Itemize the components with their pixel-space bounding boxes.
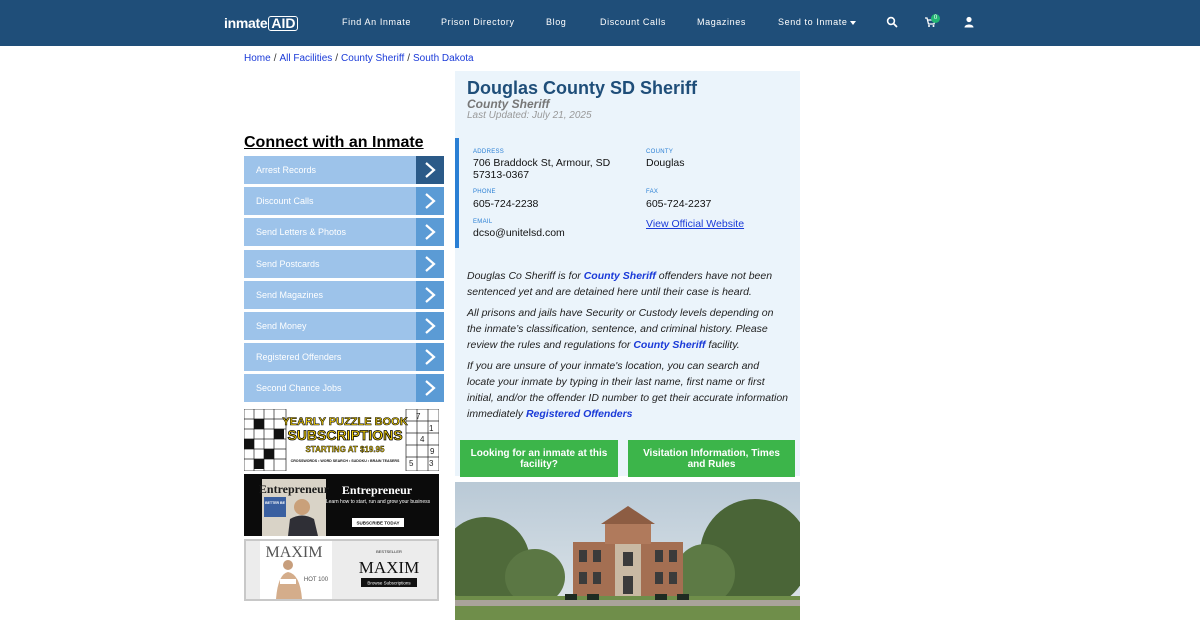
puzzle-digit: 7 xyxy=(416,412,421,421)
address-label: ADDRESS xyxy=(473,149,505,155)
nav-send-to-inmate-label: Send to Inmate xyxy=(778,17,848,27)
address-line1: 706 Braddock St, Armour, SD xyxy=(473,157,611,169)
search-icon[interactable] xyxy=(886,16,898,28)
breadcrumb: Home / All Facilities / County Sheriff / South… xyxy=(244,53,474,64)
sidebar-item-label: Send Letters & Photos xyxy=(256,227,347,238)
logo-text-boxed: AID xyxy=(268,15,299,31)
fax-label: FAX xyxy=(646,189,659,195)
nav-discount-calls[interactable]: Discount Calls xyxy=(600,17,666,27)
email-value[interactable]: dcso@unitelsd.com xyxy=(473,227,565,239)
puzzle-book-ad-banner[interactable]: 7 1 4 9 3 5 YEARLY PUZZLE BOOK SUBSCRIPT… xyxy=(244,409,439,471)
chevron-right-icon xyxy=(416,218,444,247)
sidebar-menu: Arrest Records Discount Calls Send Lette… xyxy=(244,156,444,406)
description-paragraph-3: If you are unsure of your inmate's locat… xyxy=(467,360,789,420)
sidebar-item-label: Discount Calls xyxy=(256,196,314,207)
address-line2: 57313-0367 xyxy=(473,169,530,181)
breadcrumb-south-dakota[interactable]: South Dakota xyxy=(413,53,474,64)
maxim-brand: MAXIM xyxy=(359,558,419,577)
entrepreneur-brand: Entrepreneur xyxy=(342,483,413,497)
chevron-right-icon xyxy=(416,311,444,340)
maxim-ad-banner[interactable]: MAXIM HOT 100 BESTSELLER MAXIM Browse Su… xyxy=(244,539,439,601)
maxim-cover-subtitle: HOT 100 xyxy=(304,577,329,583)
maxim-cta: Browse Subscriptions xyxy=(367,581,411,586)
nav-blog[interactable]: Blog xyxy=(546,17,566,27)
entrepreneur-cta: SUBSCRIBE TODAY xyxy=(356,521,399,526)
chevron-right-icon xyxy=(416,156,444,184)
official-website-link[interactable]: View Official Website xyxy=(646,218,744,230)
county-value: Douglas xyxy=(646,157,685,169)
top-navbar: inmate AID Find An Inmate Prison Directo… xyxy=(0,0,1200,46)
sidebar-item-arrest-records[interactable]: Arrest Records xyxy=(244,156,444,184)
breadcrumb-all-facilities[interactable]: All Facilities xyxy=(279,53,332,64)
sidebar-item-send-postcards[interactable]: Send Postcards xyxy=(244,249,444,278)
sidebar-item-second-chance-jobs[interactable]: Second Chance Jobs xyxy=(244,374,444,403)
nav-magazines[interactable]: Magazines xyxy=(697,17,746,27)
chevron-right-icon xyxy=(416,343,444,372)
sidebar-item-label: Send Magazines xyxy=(256,289,324,300)
crossword-grid-graphic: 7 1 4 9 3 5 YEARLY PUZZLE BOOK SUBSCRIPT… xyxy=(244,409,439,471)
puzzle-ad-line3: STARTING AT $19.95 xyxy=(306,445,386,454)
chevron-right-icon xyxy=(416,249,444,278)
logo-text: inmate xyxy=(224,15,268,31)
facility-photo xyxy=(455,482,800,620)
county-sheriff-link[interactable]: County Sheriff xyxy=(584,270,656,282)
sidebar-item-label: Send Money xyxy=(256,320,307,331)
registered-offenders-link[interactable]: Registered Offenders xyxy=(526,408,633,420)
breadcrumb-county-sheriff[interactable]: County Sheriff xyxy=(341,53,404,64)
puzzle-digit: 1 xyxy=(429,424,434,433)
description-paragraph-1: Douglas Co Sheriff is for County Sheriff… xyxy=(467,270,773,298)
sidebar-item-label: Registered Offenders xyxy=(256,352,342,363)
sidebar-item-registered-offenders[interactable]: Registered Offenders xyxy=(244,343,444,372)
sidebar-item-send-letters-photos[interactable]: Send Letters & Photos xyxy=(244,218,444,247)
chevron-down-icon xyxy=(850,20,857,25)
phone-value[interactable]: 605-724-2238 xyxy=(473,198,538,210)
chevron-right-icon xyxy=(416,374,444,403)
county-sheriff-link[interactable]: County Sheriff xyxy=(633,339,705,351)
sidebar-item-send-magazines[interactable]: Send Magazines xyxy=(244,280,444,309)
sidebar-item-label: Arrest Records xyxy=(256,165,317,175)
inmateaid-logo[interactable]: inmate AID xyxy=(224,14,299,32)
sidebar-item-discount-calls[interactable]: Discount Calls xyxy=(244,187,444,216)
facility-title: Douglas County SD Sheriff xyxy=(467,78,698,98)
maxim-ad-graphic: MAXIM HOT 100 BESTSELLER MAXIM Browse Su… xyxy=(246,541,437,599)
entrepreneur-ad-banner[interactable]: Entrepreneur BETTER BE Entrepreneur Lear… xyxy=(244,474,439,536)
sidebar-item-label: Second Chance Jobs xyxy=(256,383,342,394)
sidebar-item-send-money[interactable]: Send Money xyxy=(244,311,444,340)
connect-with-inmate-heading: Connect with an Inmate xyxy=(244,134,424,151)
maxim-cover-title: MAXIM xyxy=(266,544,323,561)
visitation-info-button[interactable]: Visitation Information, Times and Rules xyxy=(628,440,795,477)
user-icon[interactable] xyxy=(963,16,975,28)
chevron-right-icon xyxy=(416,280,444,309)
sidebar-item-label: Send Postcards xyxy=(256,258,320,269)
entrepreneur-cover-title: Entrepreneur xyxy=(259,482,330,496)
entrepreneur-cover-subtitle: BETTER BE xyxy=(265,501,286,505)
nav-prison-directory[interactable]: Prison Directory xyxy=(441,17,515,27)
chevron-right-icon xyxy=(416,187,444,216)
phone-label: PHONE xyxy=(473,189,496,195)
nav-send-to-inmate-dropdown[interactable]: Send to Inmate xyxy=(778,17,857,27)
fax-value: 605-724-2237 xyxy=(646,198,712,210)
description-paragraph-2: All prisons and jails have Security or C… xyxy=(467,307,774,351)
entrepreneur-tagline: Learn how to start, run and grow your bu… xyxy=(326,499,431,505)
puzzle-digit: 3 xyxy=(429,459,434,468)
puzzle-digit: 4 xyxy=(420,435,425,444)
entrepreneur-ad-graphic: Entrepreneur BETTER BE Entrepreneur Lear… xyxy=(244,474,439,536)
puzzle-ad-line2: SUBSCRIPTIONS xyxy=(287,427,402,443)
puzzle-ad-line4: CROSSWORDS • WORD SEARCH • SUDOKU • BRAI… xyxy=(291,459,400,463)
facility-type: County Sheriff xyxy=(467,97,550,111)
nav-find-an-inmate[interactable]: Find An Inmate xyxy=(342,17,411,27)
find-inmate-at-facility-button[interactable]: Looking for an inmate at this facility? xyxy=(460,440,618,477)
maxim-badge: BESTSELLER xyxy=(376,549,402,554)
cart-count-badge: 0 xyxy=(931,14,940,23)
puzzle-digit: 5 xyxy=(409,459,414,468)
email-label: EMAIL xyxy=(473,219,493,225)
puzzle-digit: 9 xyxy=(430,447,435,456)
county-label: COUNTY xyxy=(646,149,674,155)
facility-last-updated: Last Updated: July 21, 2025 xyxy=(467,110,592,121)
breadcrumb-home[interactable]: Home xyxy=(244,53,271,64)
